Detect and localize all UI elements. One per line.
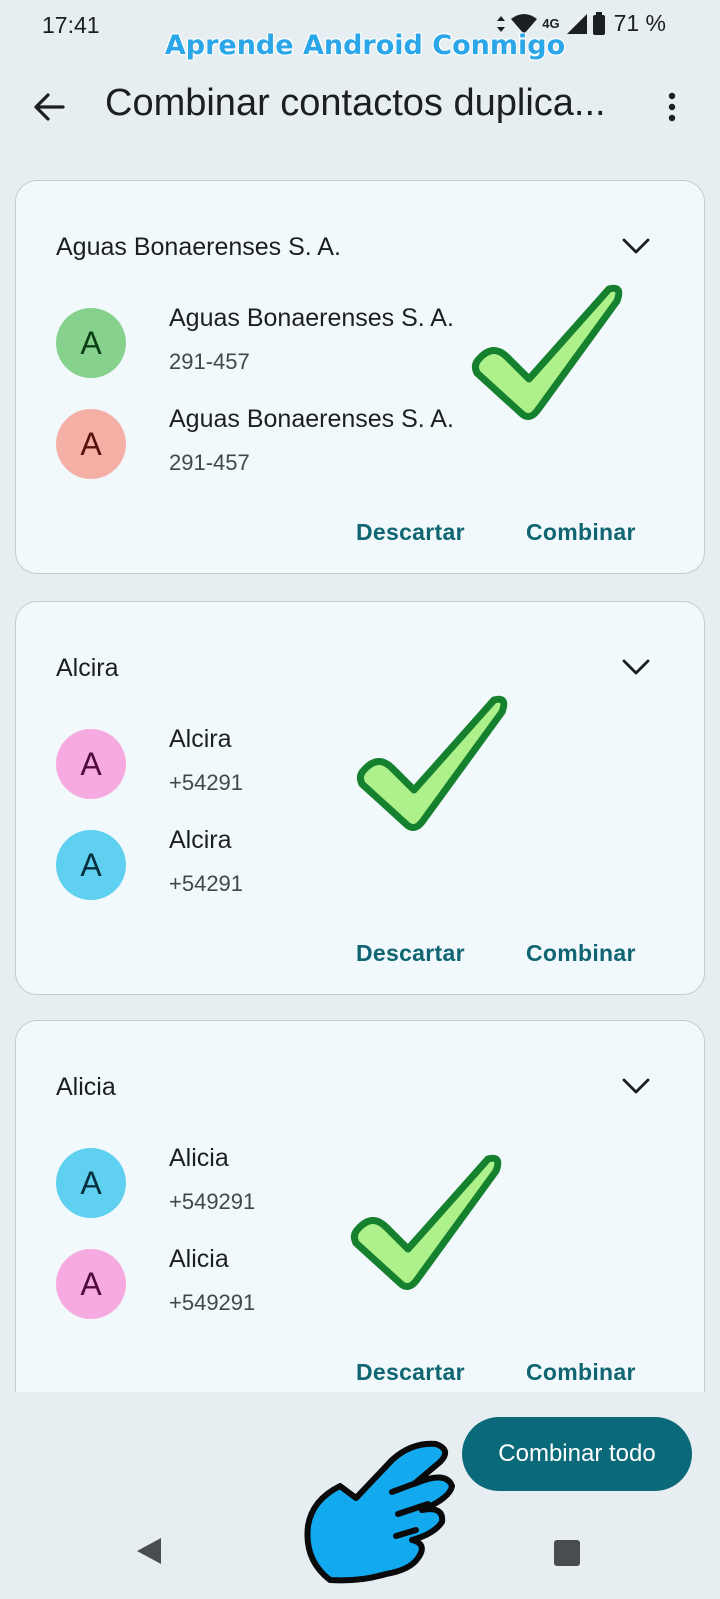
contact-name: Alcira <box>169 826 232 854</box>
navigation-bar <box>0 1520 720 1599</box>
page-title: Combinar contactos duplica... <box>105 82 606 124</box>
merge-button[interactable]: Combinar <box>526 519 636 546</box>
checkmark-icon <box>356 695 508 831</box>
expand-button[interactable] <box>618 1071 654 1101</box>
contact-name: Alicia <box>169 1144 229 1172</box>
network-type: 4G <box>542 16 560 31</box>
contact-name: Aguas Bonaerenses S. A. <box>169 304 454 332</box>
app-bar: Combinar contactos duplica... <box>0 66 720 142</box>
merge-button[interactable]: Combinar <box>526 940 636 967</box>
expand-button[interactable] <box>618 231 654 261</box>
nav-back-icon[interactable] <box>135 1536 163 1566</box>
avatar: A <box>56 1148 126 1218</box>
contact-phone: +54291 <box>169 770 244 795</box>
nav-recents-icon[interactable] <box>554 1540 580 1566</box>
merge-button[interactable]: Combinar <box>526 1359 636 1386</box>
back-button[interactable] <box>28 86 70 128</box>
contact-item: A Alcira +54291 <box>56 826 656 906</box>
card-title: Alicia <box>56 1073 116 1101</box>
avatar: A <box>56 409 126 479</box>
dismiss-button[interactable]: Descartar <box>356 1359 465 1386</box>
more-vert-icon <box>668 92 676 122</box>
contact-phone: +549291 <box>169 1189 256 1214</box>
avatar: A <box>56 1249 126 1319</box>
contact-phone: 291-457 <box>169 349 250 374</box>
contact-phone: +549291 <box>169 1290 256 1315</box>
expand-button[interactable] <box>618 652 654 682</box>
contact-name: Alcira <box>169 725 232 753</box>
contact-phone: +54291 <box>169 871 244 896</box>
checkmark-icon <box>471 284 623 420</box>
contact-phone: 291-457 <box>169 450 250 475</box>
duplicates-list[interactable]: Aguas Bonaerenses S. A. A Aguas Bonaeren… <box>0 180 720 1392</box>
checkmark-icon <box>350 1154 502 1290</box>
duplicate-card: Aguas Bonaerenses S. A. A Aguas Bonaeren… <box>15 180 705 574</box>
card-title: Alcira <box>56 654 119 682</box>
dismiss-button[interactable]: Descartar <box>356 519 465 546</box>
duplicate-card: Alcira A Alcira +54291 A Alcira +54291 D… <box>15 601 705 995</box>
duplicate-card: Alicia A Alicia +549291 A Alicia +549291… <box>15 1020 705 1392</box>
chevron-down-icon <box>622 238 650 254</box>
avatar: A <box>56 729 126 799</box>
contact-name: Alicia <box>169 1245 229 1273</box>
dismiss-button[interactable]: Descartar <box>356 940 465 967</box>
back-arrow-icon <box>34 93 65 121</box>
merge-all-button[interactable]: Combinar todo <box>462 1417 692 1491</box>
contact-name: Aguas Bonaerenses S. A. <box>169 405 454 433</box>
chevron-down-icon <box>622 659 650 675</box>
avatar: A <box>56 308 126 378</box>
chevron-down-icon <box>622 1078 650 1094</box>
watermark: Aprende Android Conmigo <box>164 30 566 61</box>
avatar: A <box>56 830 126 900</box>
more-options-button[interactable] <box>654 86 690 128</box>
card-title: Aguas Bonaerenses S. A. <box>56 233 341 261</box>
